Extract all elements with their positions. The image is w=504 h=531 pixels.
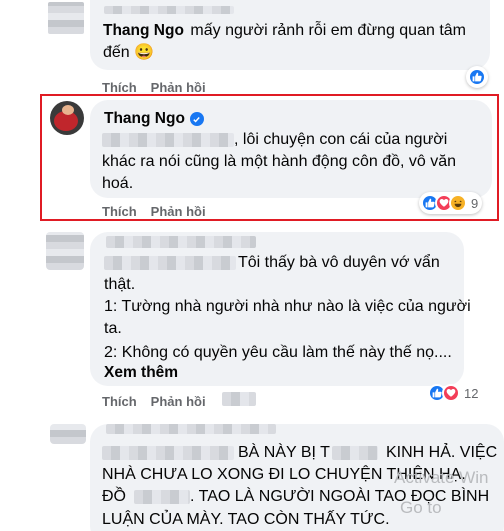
see-more-link[interactable]: Xem thêm [104, 364, 178, 382]
reply-link[interactable]: Phản hồi [151, 204, 206, 219]
blurred-name [106, 424, 276, 434]
blurred-mention [104, 6, 234, 14]
reply-link[interactable]: Phản hồi [151, 394, 206, 409]
comment-bubble: Thang Ngo mấy người rảnh rỗi em đừng qua… [90, 0, 490, 70]
blurred-word [332, 446, 378, 460]
comment-bubble: Thang Ngo , lôi chuyện con cái của người… [90, 100, 492, 198]
activate-windows-watermark: Activate Win [394, 468, 489, 487]
comment-text: , lôi chuyện con cái của người [234, 131, 448, 148]
reaction-summary[interactable] [466, 66, 488, 88]
comment-text: . TAO LÀ NGƯỜI NGOÀI TAO ĐỌC BÌNH [190, 488, 490, 505]
comment-text: Tôi thấy bà vô duyên vớ vẩn [238, 254, 440, 271]
reaction-summary[interactable]: 9 [419, 192, 483, 214]
comment-text: khác ra nói cũng là một hành động côn đồ… [102, 153, 457, 170]
comment-actions: Thích Phản hồi [102, 204, 206, 219]
comment-text: BÀ NÀY BỊ T [238, 444, 330, 461]
comment-text: thật. [104, 276, 136, 293]
haha-reaction-icon [449, 194, 467, 212]
blurred-mention [104, 256, 236, 270]
like-reaction-icon [468, 68, 486, 86]
verified-badge-icon [189, 112, 204, 126]
like-link[interactable]: Thích [102, 204, 137, 219]
blurred-mention [102, 446, 234, 460]
comment-actions: Thích Phản hồi [102, 394, 206, 409]
comment-text: ĐỒ [102, 488, 126, 505]
love-reaction-icon [442, 384, 460, 402]
comment-author[interactable]: Thang Ngo [103, 22, 184, 39]
blurred-name [106, 236, 256, 248]
author-avatar[interactable] [50, 101, 84, 135]
comment-text: ta. [104, 320, 122, 337]
comment-author[interactable]: Thang Ngo [104, 110, 185, 128]
comment-bubble: Tôi thấy bà vô duyên vớ vẩn thật. 1: Tườ… [90, 232, 471, 386]
reaction-summary[interactable]: 12 [426, 382, 482, 404]
blurred-text [222, 392, 256, 406]
reaction-count: 12 [464, 385, 479, 401]
grin-emoji-icon: 😀 [134, 44, 155, 61]
blurred-word [134, 490, 190, 504]
reaction-count: 9 [471, 195, 479, 211]
like-link[interactable]: Thích [102, 394, 137, 409]
comment-text: KINH HẢ. VIỆC [386, 444, 498, 461]
blurred-avatar [50, 424, 86, 444]
comment-text: hoá. [102, 175, 134, 192]
comment-text: 2: Không có quyền yêu cầu làm thế này th… [104, 344, 452, 361]
blurred-avatar [48, 2, 84, 34]
comment-text: đến [103, 44, 130, 61]
reply-link[interactable]: Phản hồi [151, 80, 206, 95]
blurred-mention [102, 133, 234, 147]
like-link[interactable]: Thích [102, 80, 137, 95]
comment-actions: Thích Phản hồi [102, 80, 206, 95]
activate-windows-watermark-sub: Go to [400, 498, 442, 517]
comment-text: 1: Tường nhà người nhà như nào là việc c… [104, 298, 471, 315]
comment-text: LUẬN CỦA MÀY. TAO CÒN THẤY TỨC. [102, 511, 390, 528]
comment-text: mấy người rảnh rỗi em đừng quan tâm [190, 22, 466, 39]
blurred-avatar [46, 232, 84, 270]
